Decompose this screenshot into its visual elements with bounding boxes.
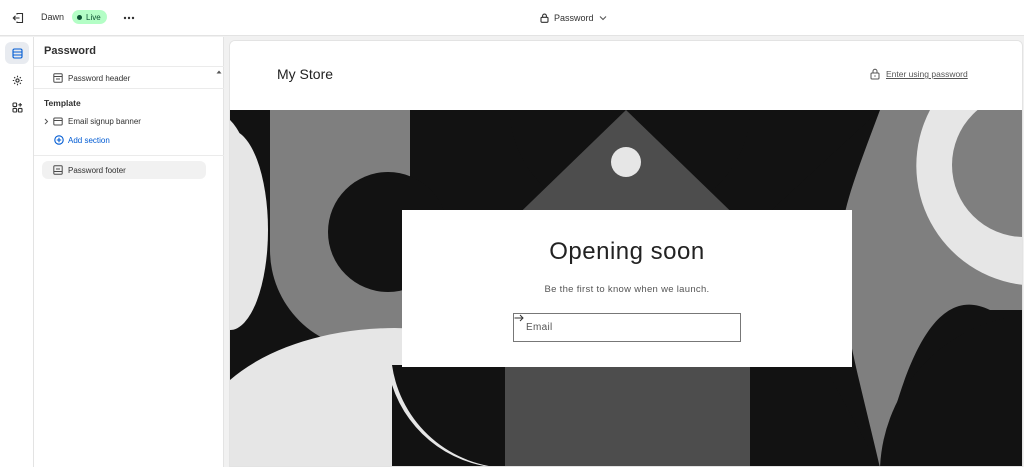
section-password-header[interactable]: Password header xyxy=(52,69,216,87)
section-label: Password header xyxy=(68,73,131,83)
chevron-right-icon[interactable] xyxy=(42,115,50,127)
email-field[interactable] xyxy=(513,313,741,342)
template-group-label: Template xyxy=(44,98,81,108)
live-dot-icon xyxy=(77,14,82,20)
lock-icon xyxy=(870,68,880,80)
email-section-icon xyxy=(52,115,64,127)
apps-icon xyxy=(11,101,23,113)
plus-circle-icon xyxy=(54,135,64,145)
email-submit-button[interactable] xyxy=(514,314,738,341)
more-actions-button[interactable] xyxy=(120,9,138,27)
live-status-badge: Live xyxy=(72,10,107,24)
page-selector-label: Password xyxy=(554,13,594,23)
chevron-down-icon xyxy=(599,16,606,21)
header-section-icon xyxy=(52,72,64,84)
page-selector[interactable]: Password xyxy=(540,9,607,27)
store-name[interactable]: My Store xyxy=(277,66,333,82)
theme-name: Dawn xyxy=(41,12,65,22)
sections-nav-button[interactable] xyxy=(5,42,29,64)
exit-icon xyxy=(12,12,24,24)
ellipsis-icon xyxy=(123,16,135,20)
divider xyxy=(34,155,224,156)
signup-subheading: Be the first to know when we launch. xyxy=(544,284,710,295)
divider xyxy=(34,66,224,67)
footer-section-icon xyxy=(52,164,64,176)
panel-title: Password xyxy=(44,45,96,57)
add-section-button[interactable]: Add section xyxy=(54,134,110,146)
sections-icon xyxy=(11,47,23,59)
store-preview: My Store Enter using password Opening so… xyxy=(229,40,1023,467)
section-password-footer[interactable]: Password footer xyxy=(42,161,206,179)
section-email-signup-banner[interactable]: Email signup banner xyxy=(42,112,206,130)
email-signup-banner: Opening soon Be the first to know when w… xyxy=(230,110,1022,466)
enter-password-link[interactable]: Enter using password xyxy=(870,68,968,80)
signup-card: Opening soon Be the first to know when w… xyxy=(402,210,852,367)
signup-heading: Opening soon xyxy=(549,238,705,265)
app-embeds-nav-button[interactable] xyxy=(5,96,29,118)
section-label: Password footer xyxy=(68,165,126,175)
arrow-right-icon xyxy=(514,314,524,322)
lock-icon xyxy=(540,13,549,23)
enter-password-label: Enter using password xyxy=(886,69,968,79)
scroll-up-icon[interactable] xyxy=(216,69,222,75)
store-header[interactable]: My Store Enter using password xyxy=(230,41,1022,110)
editor-topbar: Dawn Live Password xyxy=(0,0,1024,36)
sections-panel: Password Password header Template Email … xyxy=(34,37,224,467)
theme-settings-nav-button[interactable] xyxy=(5,69,29,91)
add-section-label: Add section xyxy=(68,135,110,145)
live-badge-label: Live xyxy=(86,12,101,22)
divider xyxy=(34,88,224,89)
editor-nav-rail xyxy=(0,37,34,467)
section-label: Email signup banner xyxy=(68,116,141,126)
gear-icon xyxy=(12,75,22,85)
email-input[interactable] xyxy=(514,314,710,341)
exit-button[interactable] xyxy=(9,9,27,27)
